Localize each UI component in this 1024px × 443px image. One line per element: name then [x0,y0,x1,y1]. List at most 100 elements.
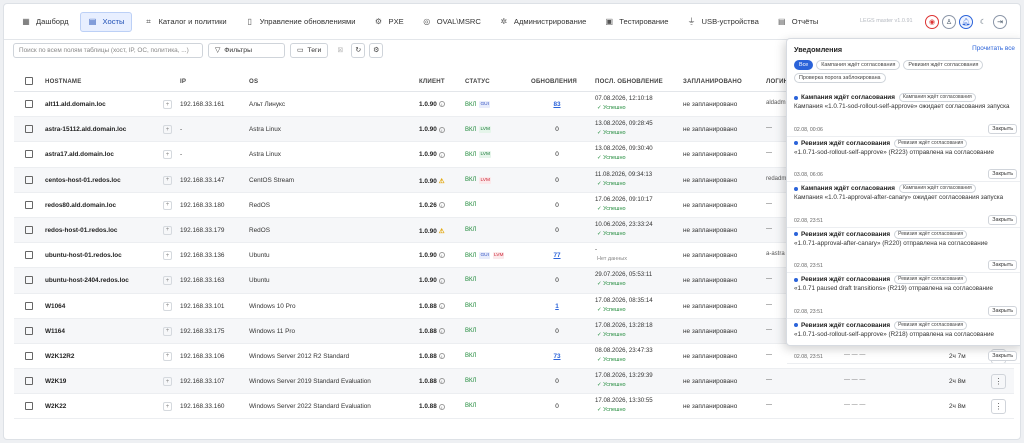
tab-tag[interactable]: ⌗ Каталог и политики [136,12,233,32]
expand-row-button[interactable]: + [163,125,172,135]
expand-row-button[interactable]: + [163,200,172,210]
expand-row-button[interactable]: + [163,301,172,311]
status-cell: ВКЛ GUI [465,101,490,108]
logout-icon[interactable]: ⇥ [993,15,1007,29]
user-icon[interactable]: ♙ [942,15,956,29]
hostname-link[interactable]: centos-host-01.redos.loc [45,177,121,184]
row-checkbox[interactable] [25,200,33,209]
col-ip[interactable]: IP [180,78,186,85]
col-scheduled[interactable]: ЗАПЛАНИРОВАНО [683,78,742,85]
updates-count[interactable]: 83 [545,101,569,108]
filter-chip[interactable]: Кампания ждёт согласования [816,60,901,70]
tab-grid[interactable]: ▦ Дашборд [14,12,76,32]
hostname-link[interactable]: ubuntu-host-01.redos.loc [45,252,122,259]
notification-item[interactable]: Ревизия ждёт согласования Ревизия ждёт со… [787,319,1020,364]
expand-row-button[interactable]: + [163,377,172,387]
alert-icon[interactable]: ◉ [925,15,939,29]
notification-item[interactable]: Ревизия ждёт согласования Ревизия ждёт со… [787,137,1020,182]
refresh-button[interactable]: ↻ [351,42,366,58]
row-checkbox[interactable] [25,402,33,411]
row-checkbox[interactable] [25,175,33,184]
row-checkbox[interactable] [25,251,33,260]
os-cell: Windows Server 2012 R2 Standard [249,352,350,360]
close-notification-button[interactable]: Закрыть [988,260,1017,270]
close-notification-button[interactable]: Закрыть [988,214,1017,225]
hostname-link[interactable]: W2K22 [45,403,66,410]
close-notification-button[interactable]: Закрыть [988,169,1017,179]
row-checkbox[interactable] [25,326,33,335]
select-all-checkbox[interactable] [25,77,33,85]
col-hostname[interactable]: HOSTNAME [45,78,81,85]
clear-filter-icon[interactable]: ⊠ [333,43,347,58]
hostname-link[interactable]: W1164 [45,328,65,335]
hostname-link[interactable]: ubuntu-host-2404.redos.loc [45,277,129,284]
tab-test[interactable]: ▣ Тестирование [597,12,675,32]
tab-file[interactable]: ▯ Управление обновлениями [238,12,363,32]
tab-server[interactable]: ▤ Хосты [79,11,133,32]
expand-row-button[interactable]: + [163,251,172,261]
notification-item[interactable]: Кампания ждёт согласования Кампания ждёт … [787,182,1020,228]
hostname-link[interactable]: W2K19 [45,378,66,385]
row-checkbox[interactable] [25,125,33,134]
filter-chip[interactable]: Ревизия ждёт согласования [903,60,984,70]
hostname-link[interactable]: W2K12R2 [45,353,74,360]
notification-item[interactable]: Ревизия ждёт согласования Ревизия ждёт со… [787,273,1020,319]
filters-button[interactable]: ▽ Фильтры [208,42,285,58]
expand-row-button[interactable]: + [163,150,172,160]
expand-row-button[interactable]: + [163,351,172,361]
updates-count[interactable]: 1 [545,303,569,310]
row-checkbox[interactable] [25,351,33,360]
updates-count[interactable]: 77 [545,252,569,259]
bell-icon[interactable]: 🔔︎ [959,15,973,29]
expand-row-button[interactable]: + [163,326,172,336]
row-menu-button[interactable]: ⋮ [991,374,1006,390]
col-os[interactable]: OS [249,78,258,85]
col-last-update[interactable]: ПОСЛ. ОБНОВЛЕНИЕ [595,78,663,85]
close-notification-button[interactable]: Закрыть [988,351,1017,361]
col-login[interactable]: ЛОГИН [766,78,788,85]
tab-gear[interactable]: ⚙ PXE [367,12,411,32]
hostname-link[interactable]: redos80.ald.domain.loc [45,202,116,209]
client-version-text: 1.0.90 [419,126,437,134]
close-notification-button[interactable]: Закрыть [988,123,1017,134]
expand-row-button[interactable]: + [163,100,172,109]
row-checkbox[interactable] [25,301,33,310]
expand-row-button[interactable]: + [163,175,172,185]
col-client[interactable]: КЛИЕНТ [419,78,445,85]
theme-moon-icon[interactable]: ☾ [976,15,990,29]
updates-count[interactable]: 73 [545,353,569,360]
hostname-link[interactable]: astra17.ald.domain.loc [45,151,114,158]
close-notification-button[interactable]: Закрыть [988,305,1017,316]
notification-item[interactable]: Кампания ждёт согласования Кампания ждёт … [787,91,1020,137]
hostname-link[interactable]: astra-15112.ald.domain.loc [45,126,126,133]
tab-report[interactable]: ▤ Отчёты [770,12,826,32]
filter-chip[interactable]: Все [794,60,814,70]
col-updates[interactable]: ОБНОВЛЕНИЯ [531,78,577,85]
table-row[interactable]: W2K22 +192.168.33.160 Windows Server 2022 … [14,394,1014,420]
notifications-panel: Уведомления Прочитать все Все Кампания жд… [786,38,1020,364]
expand-row-button[interactable]: + [163,276,172,286]
tags-button[interactable]: ▭ Теги [290,42,329,58]
notification-item[interactable]: Ревизия ждёт согласования Ревизия ждёт со… [787,228,1020,273]
row-checkbox[interactable] [25,100,33,108]
expand-row-button[interactable]: + [163,225,172,235]
hostname-link[interactable]: redos-host-01.redos.loc [45,227,117,234]
row-checkbox[interactable] [25,276,33,285]
col-status[interactable]: СТАТУС [465,78,490,85]
tab-wrench[interactable]: ✲ Администрирование [492,12,593,32]
search-input[interactable]: Поиск по всем полям таблицы (хост, IP, О… [13,42,203,58]
settings-button[interactable]: ⚙ [369,42,384,58]
row-menu-button[interactable]: ⋮ [991,399,1006,415]
row-checkbox[interactable] [25,377,33,386]
hostname-link[interactable]: W1064 [45,303,65,310]
table-row[interactable]: W2K19 +192.168.33.107 Windows Server 2019 … [14,369,1014,395]
row-checkbox[interactable] [25,150,33,159]
tab-usb[interactable]: ⏚ USB-устройства [680,12,766,32]
row-checkbox[interactable] [25,225,33,234]
read-all-link[interactable]: Прочитать все [972,45,1015,52]
expand-row-button[interactable]: + [163,402,172,412]
notification-text: «1.0.71-sod-rollout-self-approve» (R218)… [794,330,995,338]
tab-shield[interactable]: ◎ OVAL\MSRC [415,12,488,32]
hostname-link[interactable]: alt11.ald.domain.loc [45,101,106,108]
filter-chip[interactable]: Проверка порога заблокирована [794,73,886,83]
